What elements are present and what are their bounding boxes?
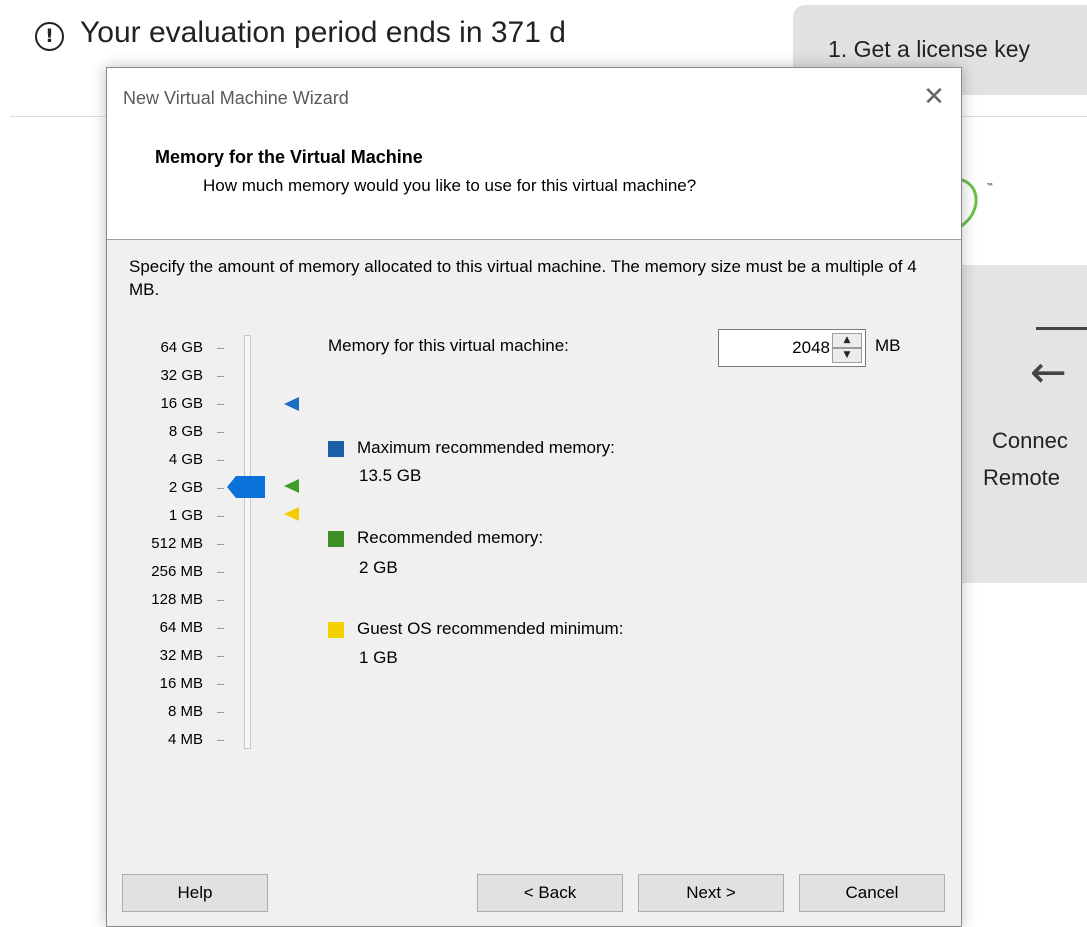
- cancel-button[interactable]: Cancel: [799, 874, 945, 912]
- trademark-mark: ™: [986, 182, 994, 191]
- recommended-swatch: [328, 531, 344, 547]
- memory-scale-tick: [217, 712, 224, 713]
- memory-scale-tick: [217, 600, 224, 601]
- memory-scale-tick: [217, 740, 224, 741]
- dialog-titlebar[interactable]: New Virtual Machine Wizard ✕: [107, 68, 961, 128]
- recommended-marker-icon: [284, 479, 299, 493]
- memory-input[interactable]: [719, 330, 830, 366]
- connect-tile-label-line2[interactable]: Remote: [983, 465, 1060, 491]
- memory-scale-label: 32 GB: [160, 367, 203, 384]
- arrow-left-icon: ←: [1030, 347, 1067, 398]
- guest-os-minimum-value: 1 GB: [359, 648, 398, 667]
- memory-scale-label: 1 GB: [168, 507, 203, 524]
- help-button[interactable]: Help: [122, 874, 268, 912]
- guest-os-minimum-label: Guest OS recommended minimum:: [357, 619, 624, 638]
- memory-scale-tick: [217, 684, 224, 685]
- memory-scale-label: 4 MB: [167, 731, 203, 748]
- memory-slider-thumb[interactable]: [227, 476, 265, 498]
- memory-field-label: Memory for this virtual machine:: [328, 336, 569, 355]
- memory-scale-label: 128 MB: [151, 591, 203, 608]
- memory-scale-tick: [217, 544, 224, 545]
- memory-scale-label: 256 MB: [151, 563, 203, 580]
- memory-unit: MB: [875, 336, 901, 355]
- memory-scale-tick: [217, 460, 224, 461]
- memory-scale-label: 4 GB: [168, 451, 203, 468]
- max-recommended-swatch: [328, 441, 344, 457]
- memory-scale-label: 2 GB: [168, 479, 203, 496]
- memory-scale-label: 16 GB: [160, 395, 203, 412]
- max-recommended-marker-icon: [284, 397, 299, 411]
- memory-scale-label: 32 MB: [159, 647, 203, 664]
- memory-scale-tick: [217, 656, 224, 657]
- new-vm-wizard-dialog: New Virtual Machine Wizard ✕ Memory for …: [106, 67, 962, 927]
- memory-scale-label: 64 MB: [159, 619, 203, 636]
- connect-icon-bar: [1036, 327, 1087, 330]
- memory-scale-label: 64 GB: [160, 339, 203, 356]
- memory-scale-tick: [217, 348, 224, 349]
- page-title: Memory for the Virtual Machine: [155, 147, 423, 167]
- back-button[interactable]: < Back: [477, 874, 623, 912]
- evaluation-notice: Your evaluation period ends in 371 d: [80, 16, 566, 49]
- memory-scale-tick: [217, 488, 224, 489]
- max-recommended-label: Maximum recommended memory:: [357, 438, 615, 457]
- max-recommended-value: 13.5 GB: [359, 466, 422, 485]
- license-key-tab-label[interactable]: 1. Get a license key: [828, 36, 1030, 63]
- memory-scale-tick: [217, 572, 224, 573]
- connect-tile-label-line1[interactable]: Connec: [992, 428, 1068, 454]
- memory-scale-label: 8 MB: [167, 703, 203, 720]
- memory-scale-tick: [217, 376, 224, 377]
- recommended-value: 2 GB: [359, 558, 398, 577]
- instructions-text: Specify the amount of memory allocated t…: [129, 257, 917, 299]
- memory-scale-tick: [217, 516, 224, 517]
- page-subtitle: How much memory would you like to use fo…: [203, 176, 697, 195]
- memory-scale-label: 512 MB: [151, 535, 203, 552]
- memory-scale-tick: [217, 432, 224, 433]
- recommended-label: Recommended memory:: [357, 528, 544, 547]
- memory-slider-track[interactable]: [244, 335, 251, 749]
- stepper-down-icon[interactable]: ▼: [832, 348, 862, 363]
- memory-scale-label: 8 GB: [168, 423, 203, 440]
- memory-stepper[interactable]: ▲ ▼: [718, 329, 866, 367]
- stepper-up-icon[interactable]: ▲: [832, 333, 862, 348]
- dialog-title: New Virtual Machine Wizard: [123, 88, 349, 108]
- close-icon[interactable]: ✕: [917, 80, 951, 114]
- connect-remote-tile[interactable]: [962, 265, 1087, 583]
- warning-icon: !: [35, 22, 64, 51]
- next-button[interactable]: Next >: [638, 874, 784, 912]
- minimum-marker-icon: [284, 507, 299, 521]
- memory-scale-tick: [217, 628, 224, 629]
- guest-os-minimum-swatch: [328, 622, 344, 638]
- memory-scale-tick: [217, 404, 224, 405]
- wizard-header: Memory for the Virtual Machine How much …: [107, 128, 961, 240]
- memory-scale-label: 16 MB: [159, 675, 203, 692]
